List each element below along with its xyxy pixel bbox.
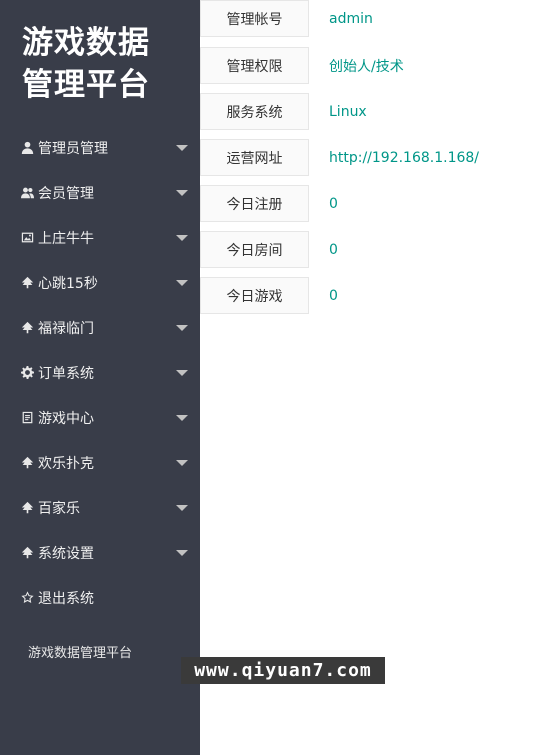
sidebar: 游戏数据 管理平台 管理员管理 会员管理 上庄牛牛 心跳15秒 福禄临门 订单系… [0, 0, 200, 755]
info-value: Linux [329, 103, 367, 120]
caret-down-icon [176, 415, 188, 421]
info-label: 管理权限 [200, 47, 309, 84]
caret-down-icon [176, 190, 188, 196]
caret-down-icon [176, 235, 188, 241]
info-row-today-rooms: 今日房间 0 [200, 231, 559, 269]
tree-icon [20, 276, 34, 290]
info-label: 今日注册 [200, 185, 309, 222]
image-icon [20, 231, 34, 245]
brand-title-line2: 管理平台 [22, 67, 150, 103]
sidebar-item-poker[interactable]: 欢乐扑克 [0, 440, 200, 485]
sidebar-item-label: 订单系统 [38, 365, 94, 382]
sidebar-item-orders[interactable]: 订单系统 [0, 350, 200, 395]
tree-icon [20, 501, 34, 515]
star-icon [20, 591, 34, 605]
info-label: 管理帐号 [200, 0, 309, 37]
users-icon [20, 186, 34, 200]
caret-down-icon [176, 505, 188, 511]
sidebar-item-label: 百家乐 [38, 500, 80, 517]
sidebar-menu: 管理员管理 会员管理 上庄牛牛 心跳15秒 福禄临门 订单系统 游戏中心 欢乐扑… [0, 125, 200, 620]
gear-icon [20, 366, 34, 380]
sidebar-item-fulu[interactable]: 福禄临门 [0, 305, 200, 350]
sidebar-item-label: 福禄临门 [38, 320, 94, 337]
tree-icon [20, 546, 34, 560]
document-icon [20, 411, 34, 425]
info-label: 运营网址 [200, 139, 309, 176]
caret-down-icon [176, 550, 188, 556]
info-value: admin [329, 10, 373, 27]
info-row-permission: 管理权限 创始人/技术 [200, 47, 559, 85]
info-row-today-registrations: 今日注册 0 [200, 185, 559, 223]
info-value: 0 [329, 287, 338, 304]
sidebar-item-logout[interactable]: 退出系统 [0, 575, 200, 620]
info-value: http://192.168.1.168/ [329, 149, 480, 166]
caret-down-icon [176, 370, 188, 376]
sidebar-item-member-management[interactable]: 会员管理 [0, 170, 200, 215]
user-icon [20, 141, 34, 155]
info-value: 0 [329, 241, 338, 258]
tree-icon [20, 321, 34, 335]
sidebar-item-baccarat[interactable]: 百家乐 [0, 485, 200, 530]
sidebar-item-game-center[interactable]: 游戏中心 [0, 395, 200, 440]
sidebar-item-label: 心跳15秒 [38, 275, 98, 292]
info-value: 0 [329, 195, 338, 212]
watermark: www.qiyuan7.com [181, 657, 385, 684]
info-row-today-games: 今日游戏 0 [200, 277, 559, 315]
info-row-url: 运营网址 http://192.168.1.168/ [200, 139, 559, 177]
sidebar-item-settings[interactable]: 系统设置 [0, 530, 200, 575]
info-label: 服务系统 [200, 93, 309, 130]
sidebar-item-niuniu[interactable]: 上庄牛牛 [0, 215, 200, 260]
info-label: 今日游戏 [200, 277, 309, 314]
info-label: 今日房间 [200, 231, 309, 268]
brand-title-line1: 游戏数据 [22, 25, 150, 61]
caret-down-icon [176, 280, 188, 286]
caret-down-icon [176, 145, 188, 151]
sidebar-item-label: 会员管理 [38, 185, 94, 202]
info-value: 创始人/技术 [329, 58, 404, 75]
sidebar-item-label: 系统设置 [38, 545, 94, 562]
tree-icon [20, 456, 34, 470]
sidebar-item-label: 欢乐扑克 [38, 455, 94, 472]
sidebar-item-label: 管理员管理 [38, 140, 108, 157]
brand-title: 游戏数据 管理平台 [22, 22, 192, 106]
sidebar-footer: 游戏数据管理平台 [28, 646, 133, 661]
sidebar-item-label: 游戏中心 [38, 410, 94, 427]
caret-down-icon [176, 460, 188, 466]
info-row-account: 管理帐号 admin [200, 0, 559, 38]
sidebar-item-admin-management[interactable]: 管理员管理 [0, 125, 200, 170]
info-row-system: 服务系统 Linux [200, 93, 559, 131]
sidebar-item-heartbeat[interactable]: 心跳15秒 [0, 260, 200, 305]
sidebar-item-label: 退出系统 [38, 590, 94, 607]
caret-down-icon [176, 325, 188, 331]
sidebar-item-label: 上庄牛牛 [38, 230, 94, 247]
